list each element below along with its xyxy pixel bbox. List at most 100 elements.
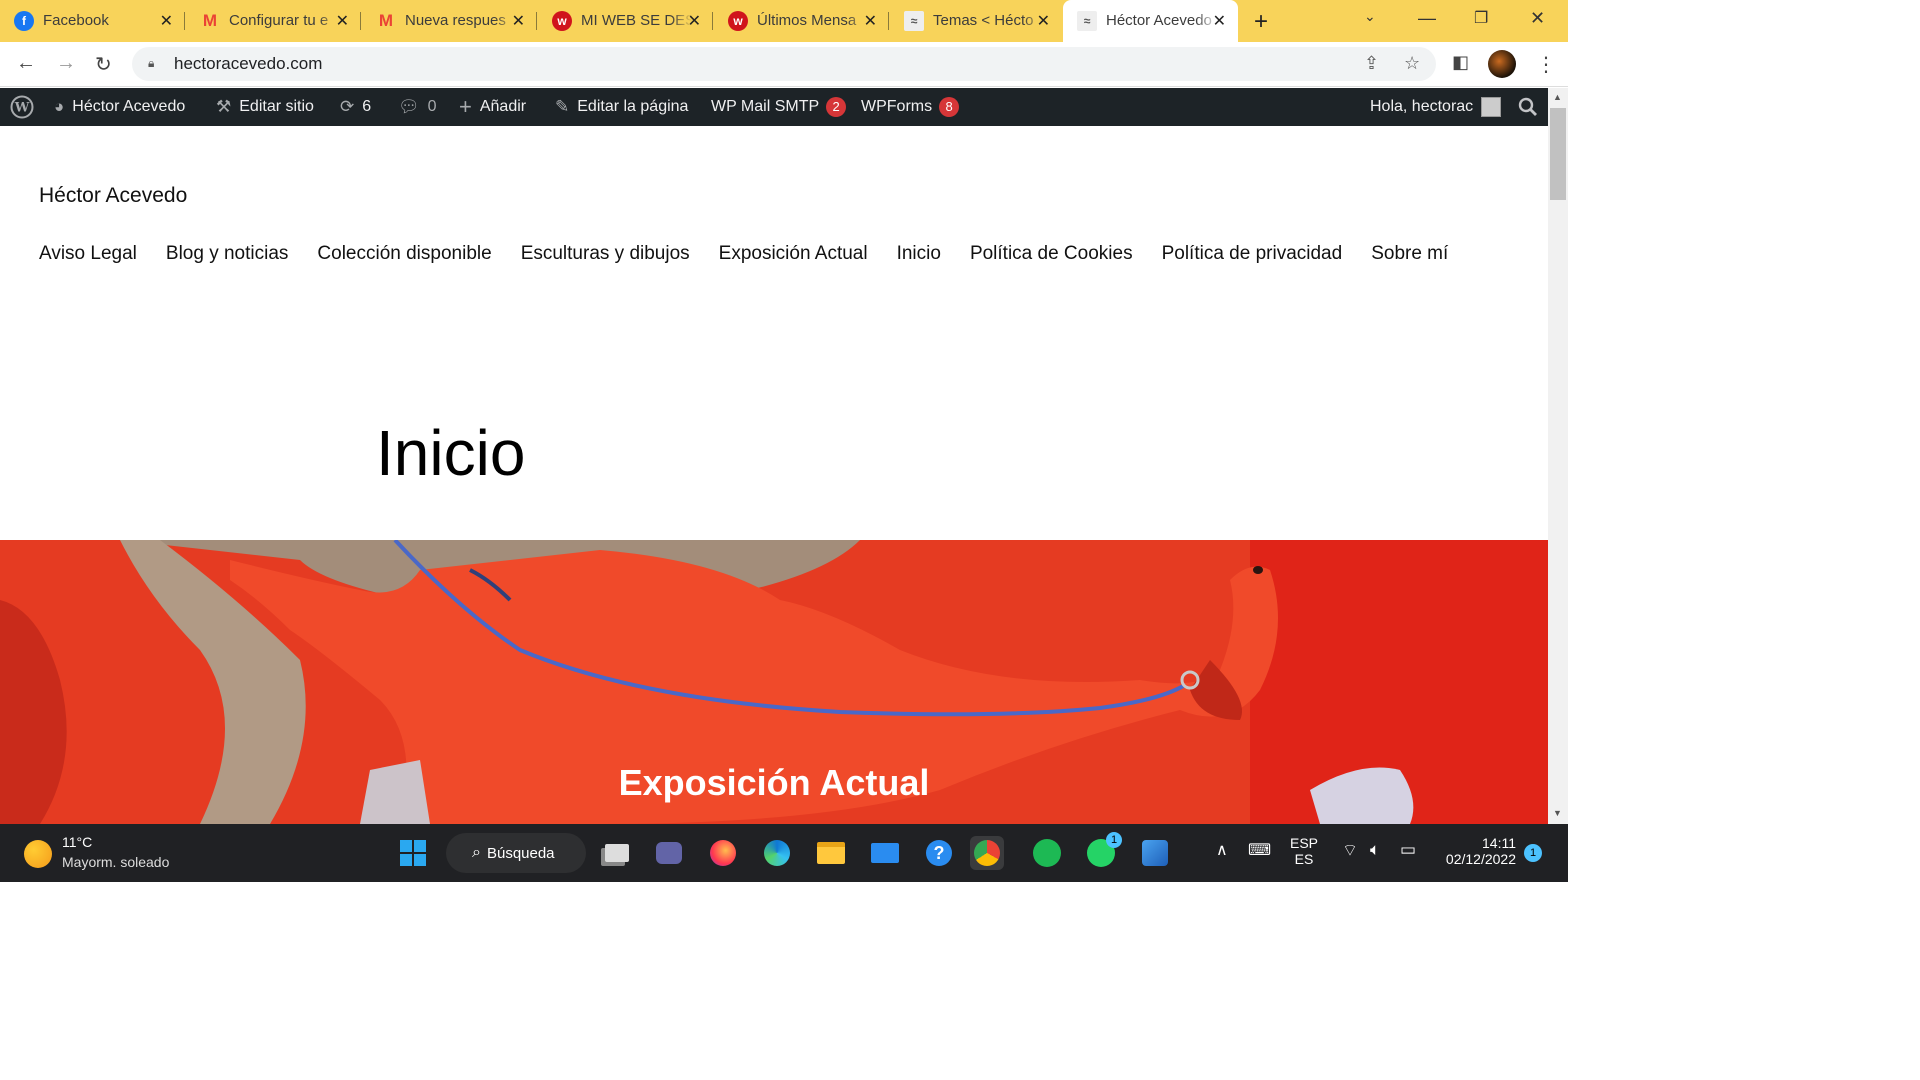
chrome-icon[interactable] xyxy=(970,836,1004,870)
wp-updates[interactable]: ⟳ 6 xyxy=(340,88,371,126)
file-explorer-icon[interactable] xyxy=(814,836,848,870)
wp-my-account[interactable]: Hola, hectorac xyxy=(1370,88,1502,126)
tab-webnode-miweb[interactable]: w MI WEB SE DES ✕ xyxy=(538,0,713,42)
hero-cover-image[interactable]: Exposición Actual xyxy=(0,540,1548,824)
tab-separator xyxy=(360,12,361,30)
site-content: Héctor Acevedo Aviso Legal Blog y notici… xyxy=(0,126,1548,824)
hero-title[interactable]: Exposición Actual xyxy=(0,762,1548,804)
wp-admin-bar: W ◕ Héctor Acevedo ⚒ Editar sitio ⟳ 6 💬︎… xyxy=(0,88,1568,126)
close-tab-icon[interactable]: ✕ xyxy=(160,11,173,31)
site-title[interactable]: Héctor Acevedo xyxy=(39,184,187,208)
mail-icon[interactable] xyxy=(868,836,902,870)
battery-icon[interactable]: ▭ xyxy=(1400,840,1416,860)
clock[interactable]: 14:11 02/12/2022 xyxy=(1440,835,1516,867)
keyboard-icon[interactable]: ⌨ xyxy=(1248,840,1271,860)
close-tab-icon[interactable]: ✕ xyxy=(336,11,349,31)
close-tab-icon[interactable]: ✕ xyxy=(688,11,701,31)
input-language[interactable]: ESP ES xyxy=(1290,835,1318,867)
tab-title: Últimos Mensa xyxy=(757,12,857,29)
search-icon: ⌕ xyxy=(472,844,481,861)
tab-facebook[interactable]: f Facebook ✕ xyxy=(0,0,185,42)
notification-badge[interactable]: 1 xyxy=(1524,844,1542,862)
page-scrollbar[interactable]: ▲ ▼ xyxy=(1548,88,1568,824)
wp-logo-icon[interactable]: W xyxy=(10,88,34,126)
nav-item-esculturas[interactable]: Esculturas y dibujos xyxy=(521,243,690,265)
wp-search-icon[interactable] xyxy=(1518,88,1538,126)
edge-icon[interactable] xyxy=(760,836,794,870)
windows-taskbar: 11°C Mayorm. soleado ⌕ Búsqueda ? 1 ∧ ⌨ … xyxy=(0,824,1568,882)
facebook-icon: f xyxy=(14,11,34,31)
wp-edit-site[interactable]: ⚒ Editar sitio xyxy=(216,88,314,126)
close-tab-icon[interactable]: ✕ xyxy=(512,11,525,31)
svg-text:W: W xyxy=(14,101,30,116)
minimize-icon[interactable]: — xyxy=(1418,8,1436,29)
browser-tab-strip: f Facebook ✕ M Configurar tu e ✕ M Nueva… xyxy=(0,0,1568,42)
nav-item-blog[interactable]: Blog y noticias xyxy=(166,243,289,265)
tab-search-icon[interactable]: ⌄ xyxy=(1364,8,1376,25)
scrollbar-thumb[interactable] xyxy=(1550,108,1566,200)
side-panel-icon[interactable]: ◧ xyxy=(1452,52,1469,73)
tab-gmail-configurar[interactable]: M Configurar tu e ✕ xyxy=(186,0,361,42)
wifi-icon[interactable]: ⌔ xyxy=(1342,840,1358,861)
restore-icon[interactable]: ❐ xyxy=(1474,8,1488,28)
scroll-down-icon[interactable]: ▼ xyxy=(1553,808,1562,818)
bookmark-star-icon[interactable]: ☆ xyxy=(1404,53,1420,74)
tab-title: Temas < Hécto xyxy=(933,12,1034,29)
task-view-icon[interactable] xyxy=(600,836,634,870)
close-tab-icon[interactable]: ✕ xyxy=(1037,11,1050,31)
tab-separator xyxy=(536,12,537,30)
tray-overflow-icon[interactable]: ∧ xyxy=(1216,840,1228,860)
tab-title: Configurar tu e xyxy=(229,12,329,29)
nav-item-coleccion[interactable]: Colección disponible xyxy=(317,243,491,265)
photos-icon[interactable] xyxy=(1138,836,1172,870)
tab-temas[interactable]: ≈ Temas < Hécto ✕ xyxy=(890,0,1062,42)
nav-item-inicio[interactable]: Inicio xyxy=(897,243,941,265)
weather-sun-icon xyxy=(24,840,52,868)
smtp-badge: 2 xyxy=(826,97,847,117)
site-icon: ≈ xyxy=(1077,11,1097,31)
wp-add-new[interactable]: + Añadir xyxy=(459,88,526,126)
close-tab-icon[interactable]: ✕ xyxy=(1213,11,1226,31)
pencil-icon: ✎ xyxy=(555,97,570,116)
new-tab-button[interactable]: + xyxy=(1254,8,1268,36)
nav-item-sobre-mi[interactable]: Sobre mí xyxy=(1371,243,1448,265)
wp-site-name[interactable]: ◕ Héctor Acevedo xyxy=(54,88,185,126)
webnode-icon: w xyxy=(728,11,748,31)
url-text[interactable]: hectoracevedo.com xyxy=(174,54,322,74)
browser-toolbar: ← → ↻ 🔒︎ hectoracevedo.com ⇪ ☆ ◧ ⋮ xyxy=(0,42,1568,87)
taskbar-search[interactable]: ⌕ Búsqueda xyxy=(446,833,586,873)
back-icon[interactable]: ← xyxy=(16,52,36,75)
help-icon[interactable]: ? xyxy=(922,836,956,870)
teams-chat-icon[interactable] xyxy=(652,836,686,870)
nav-item-exposicion[interactable]: Exposición Actual xyxy=(719,243,868,265)
tab-gmail-nueva[interactable]: M Nueva respues ✕ xyxy=(362,0,537,42)
spotify-icon[interactable] xyxy=(1030,836,1064,870)
nav-item-privacidad[interactable]: Política de privacidad xyxy=(1162,243,1343,265)
menu-kebab-icon[interactable]: ⋮ xyxy=(1536,52,1556,77)
nav-item-aviso-legal[interactable]: Aviso Legal xyxy=(39,243,137,265)
volume-icon[interactable]: 🔈︎ xyxy=(1370,840,1380,860)
wp-edit-page[interactable]: ✎ Editar la página xyxy=(555,88,688,126)
firefox-icon[interactable] xyxy=(706,836,740,870)
page-title: Inicio xyxy=(376,417,526,489)
address-bar[interactable]: 🔒︎ hectoracevedo.com ⇪ ☆ xyxy=(132,47,1436,81)
reload-icon[interactable]: ↻ xyxy=(95,52,112,77)
tab-webnode-mensajes[interactable]: w Últimos Mensa ✕ xyxy=(714,0,889,42)
forward-icon[interactable]: → xyxy=(56,52,76,75)
nav-item-cookies[interactable]: Política de Cookies xyxy=(970,243,1133,265)
close-window-icon[interactable]: ✕ xyxy=(1530,8,1545,29)
tab-hector-acevedo-active[interactable]: ≈ Héctor Acevedo ✕ xyxy=(1063,0,1238,42)
wp-comments[interactable]: 💬︎ 0 xyxy=(398,88,437,126)
windows-start-icon[interactable] xyxy=(396,836,430,870)
close-tab-icon[interactable]: ✕ xyxy=(864,11,877,31)
tab-title: Héctor Acevedo xyxy=(1106,12,1212,29)
primary-navigation: Aviso Legal Blog y noticias Colección di… xyxy=(39,243,1477,265)
site-icon: ≈ xyxy=(904,11,924,31)
whatsapp-icon[interactable]: 1 xyxy=(1084,832,1122,870)
profile-avatar[interactable] xyxy=(1488,50,1516,78)
wp-wpforms[interactable]: WPForms 8 xyxy=(861,88,960,126)
scroll-up-icon[interactable]: ▲ xyxy=(1553,92,1562,102)
share-icon[interactable]: ⇪ xyxy=(1364,53,1379,74)
wp-mail-smtp[interactable]: WP Mail SMTP 2 xyxy=(711,88,847,126)
lock-icon[interactable]: 🔒︎ xyxy=(148,56,158,70)
